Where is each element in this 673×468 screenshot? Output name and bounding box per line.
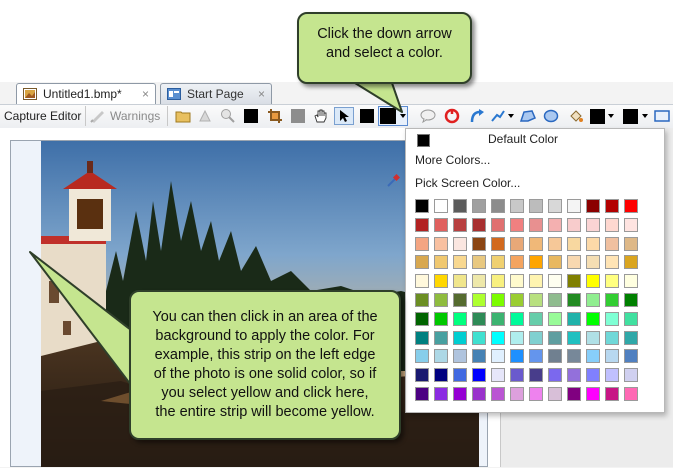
callout-top-line2: and select a color. xyxy=(326,45,443,61)
callout-line: example, this strip on the left edge xyxy=(154,347,376,363)
callout-top-line1: Click the down arrow xyxy=(317,26,452,42)
callout-click-arrow: Click the down arrow and select a color. xyxy=(297,12,472,84)
callout-line: You can then click in an area of the xyxy=(152,309,378,325)
callout-line: background to apply the color. For xyxy=(155,328,375,344)
callout-apply-color: You can then click in an area of the bac… xyxy=(129,290,401,440)
callout-line: the entire strip will become yellow. xyxy=(155,404,375,420)
callout-line: of the photo is one solid color, so if xyxy=(153,366,377,382)
callout-line: you select yellow and click here, xyxy=(161,385,369,401)
